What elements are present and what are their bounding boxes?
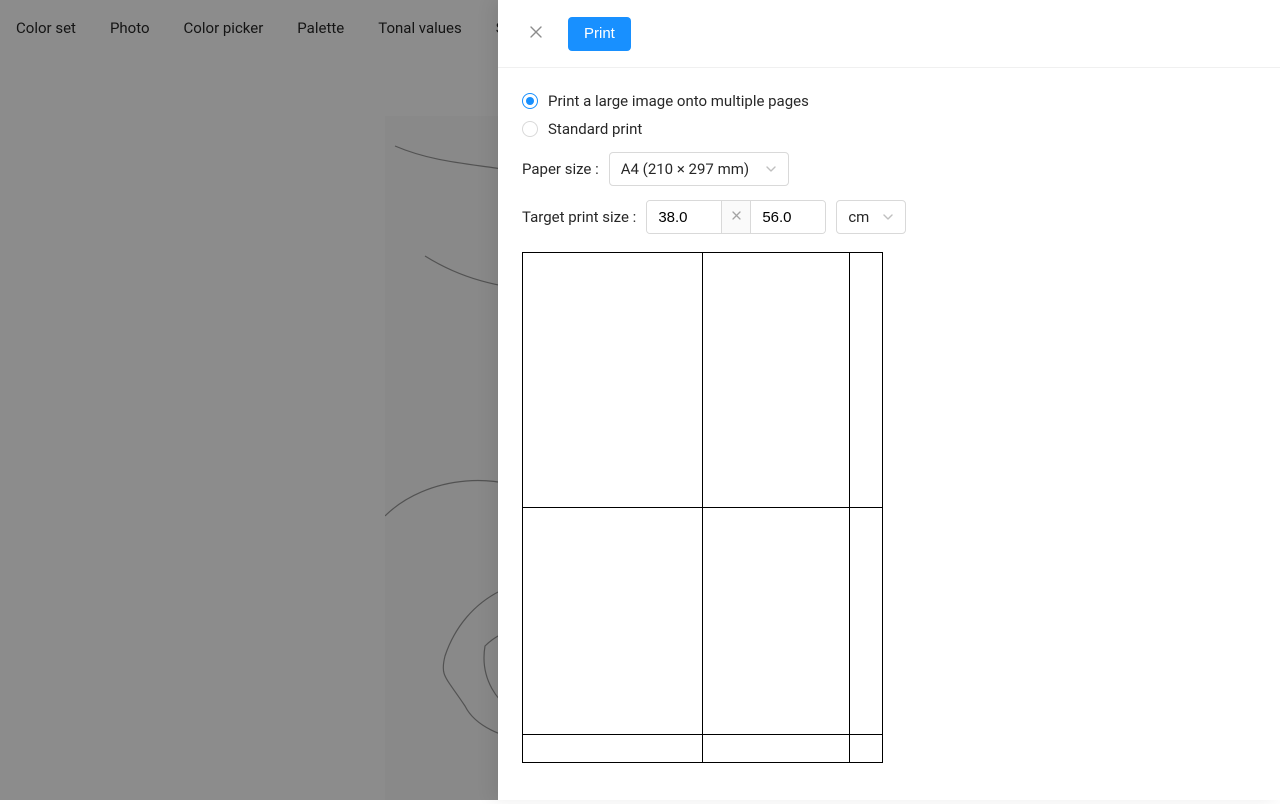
preview-tile — [702, 252, 850, 508]
paper-size-select[interactable]: A4 (210 × 297 mm) — [609, 152, 789, 186]
print-button[interactable]: Print — [568, 17, 631, 51]
preview-tile — [849, 734, 883, 763]
option-standard-label: Standard print — [548, 120, 642, 138]
paper-size-row: Paper size : A4 (210 × 297 mm) — [522, 152, 1256, 186]
close-button[interactable] — [522, 20, 550, 48]
target-size-group — [646, 200, 826, 234]
paper-size-value: A4 (210 × 297 mm) — [621, 160, 749, 178]
option-multi-page-row: Print a large image onto multiple pages — [522, 92, 1256, 110]
target-size-label: Target print size : — [522, 208, 636, 226]
print-drawer: Print Print a large image onto multiple … — [498, 0, 1280, 800]
target-size-row: Target print size : cm — [522, 200, 1256, 234]
height-input[interactable] — [751, 201, 825, 233]
print-preview — [522, 252, 882, 762]
paper-size-label: Paper size : — [522, 160, 599, 178]
unit-value: cm — [848, 208, 869, 226]
preview-tile — [849, 252, 883, 508]
chevron-down-icon — [765, 163, 777, 175]
preview-tile — [849, 507, 883, 735]
multiply-icon — [731, 210, 742, 224]
preview-tile — [522, 507, 703, 735]
unit-select[interactable]: cm — [836, 200, 906, 234]
chevron-down-icon — [882, 211, 894, 223]
option-standard-row: Standard print — [522, 120, 1256, 138]
drawer-body: Print a large image onto multiple pages … — [498, 68, 1280, 800]
preview-tile — [702, 507, 850, 735]
radio-standard[interactable] — [522, 121, 538, 137]
size-separator — [721, 201, 751, 233]
preview-tile — [702, 734, 850, 763]
width-input[interactable] — [647, 201, 721, 233]
close-icon — [528, 24, 544, 44]
drawer-header: Print — [498, 0, 1280, 68]
radio-multi-page[interactable] — [522, 93, 538, 109]
option-multi-page-label: Print a large image onto multiple pages — [548, 92, 809, 110]
preview-tile — [522, 734, 703, 763]
preview-tile — [522, 252, 703, 508]
